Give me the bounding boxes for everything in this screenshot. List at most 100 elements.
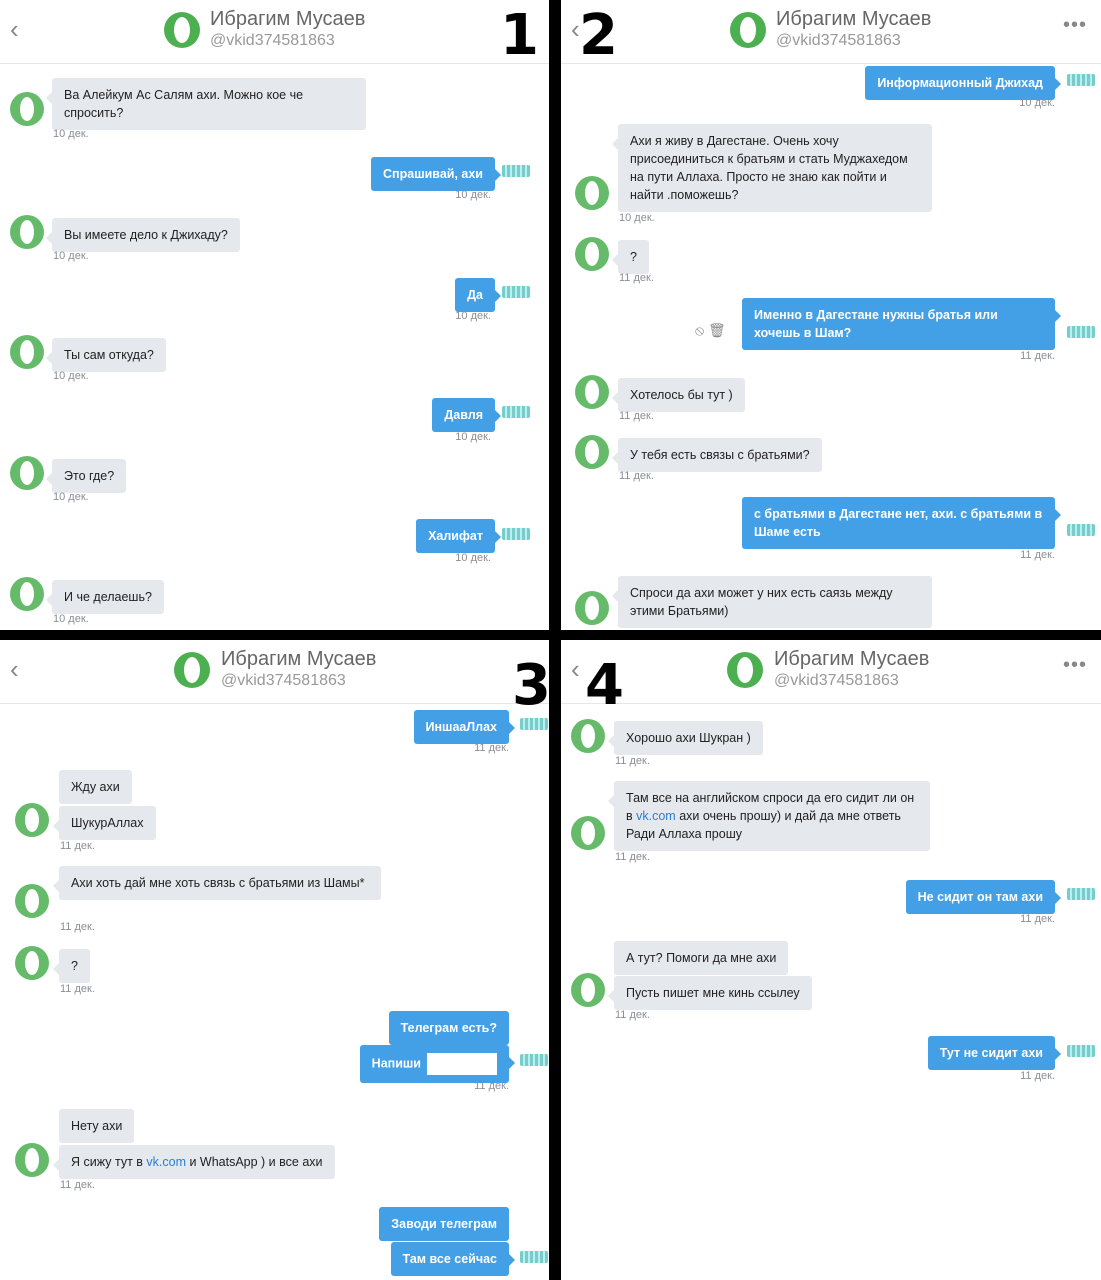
- incoming-message[interactable]: ШукурАллах: [53, 806, 156, 840]
- avatar: [571, 816, 605, 850]
- message-time: 10 дек.: [53, 491, 89, 503]
- chat-panel-2: ‹ Ибрагим Мусаев @vkid374581863 ••• 2 Ин…: [561, 0, 1101, 630]
- incoming-message[interactable]: Жду ахи: [59, 770, 132, 804]
- contact-name[interactable]: Ибрагим Мусаев: [210, 8, 365, 31]
- incoming-message[interactable]: ?: [612, 240, 649, 274]
- message-time: 10 дек.: [53, 250, 89, 262]
- sender-sticker-icon: [1067, 74, 1095, 86]
- avatar[interactable]: [730, 12, 766, 48]
- sender-sticker-icon: [520, 1054, 548, 1066]
- chat-panel-1: ‹ Ибрагим Мусаев @vkid374581863 1 Ва Але…: [0, 0, 549, 630]
- chat-header: ‹ Ибрагим Мусаев @vkid374581863 •••: [561, 640, 1101, 704]
- contact-handle: @vkid374581863: [210, 32, 335, 49]
- outgoing-message[interactable]: Да: [455, 278, 501, 312]
- incoming-message[interactable]: Нету ахи: [59, 1109, 135, 1143]
- panel-number: 2: [579, 3, 618, 68]
- avatar: [15, 1143, 49, 1177]
- message-time: 11 дек.: [619, 470, 654, 482]
- outgoing-message[interactable]: Спрашивай, ахи: [371, 157, 501, 191]
- incoming-message[interactable]: Спроси да ахи может у них есть саязь меж…: [612, 576, 932, 628]
- message-actions[interactable]: ⦸ 🗑: [695, 322, 726, 339]
- contact-name[interactable]: Ибрагим Мусаев: [221, 648, 376, 671]
- back-icon[interactable]: ‹: [10, 16, 19, 42]
- incoming-message[interactable]: Ахи хоть дай мне хоть связь с братьями и…: [53, 866, 381, 900]
- outgoing-message[interactable]: Информационный Джихад: [865, 66, 1061, 100]
- outgoing-message[interactable]: с братьями в Дагестане нет, ахи. с брать…: [742, 497, 1061, 549]
- incoming-message[interactable]: Я сижу тут в vk.com и WhatsApp ) и все а…: [53, 1145, 335, 1179]
- avatar: [10, 92, 44, 126]
- outgoing-message[interactable]: Тут не сидит ахи: [927, 1036, 1062, 1070]
- message-time: 10 дек.: [455, 552, 491, 564]
- avatar: [15, 803, 49, 837]
- incoming-message[interactable]: И че делаешь?: [46, 580, 164, 614]
- panel-number: 4: [585, 653, 624, 718]
- vk-link[interactable]: vk.com: [146, 1155, 186, 1169]
- outgoing-message[interactable]: Халифат: [416, 519, 501, 553]
- contact-name[interactable]: Ибрагим Мусаев: [774, 648, 929, 671]
- outgoing-message[interactable]: Заводи телеграм: [379, 1207, 509, 1241]
- outgoing-message[interactable]: Именно в Дагестане нужны братья или хоче…: [742, 298, 1061, 350]
- incoming-message[interactable]: Вы имеете дело к Джихаду?: [46, 218, 240, 252]
- incoming-message[interactable]: Ва Алейкум Ас Салям ахи. Можно кое че сп…: [46, 78, 366, 130]
- outgoing-message[interactable]: ИншааЛлах: [413, 710, 516, 744]
- outgoing-message[interactable]: Не сидит он там ахи: [905, 880, 1062, 914]
- message-time: 11 дек.: [1020, 913, 1055, 925]
- chat-panel-4: ‹ Ибрагим Мусаев @vkid374581863 ••• 4 Хо…: [561, 640, 1101, 1280]
- incoming-message[interactable]: Пусть пишет мне кинь ссылеу: [608, 976, 812, 1010]
- more-icon[interactable]: •••: [1063, 654, 1087, 677]
- message-time: 11 дек.: [60, 1179, 95, 1191]
- message-time: 11 дек.: [60, 840, 95, 852]
- avatar[interactable]: [727, 652, 763, 688]
- sender-sticker-icon: [1067, 524, 1095, 536]
- avatar[interactable]: [174, 652, 210, 688]
- back-icon[interactable]: ‹: [571, 656, 580, 682]
- contact-name[interactable]: Ибрагим Мусаев: [776, 8, 931, 31]
- avatar: [10, 456, 44, 490]
- incoming-message[interactable]: Ты сам откуда?: [46, 338, 166, 372]
- message-time: 11 дек.: [1020, 549, 1055, 561]
- avatar[interactable]: [164, 12, 200, 48]
- message-time: 10 дек.: [619, 212, 655, 224]
- avatar: [15, 946, 49, 980]
- contact-handle: @vkid374581863: [221, 672, 346, 689]
- back-icon[interactable]: ‹: [10, 656, 19, 682]
- message-time: 11 дек.: [474, 742, 509, 754]
- outgoing-message[interactable]: Телеграм есть?: [388, 1011, 509, 1045]
- avatar: [575, 435, 609, 469]
- avatar: [571, 719, 605, 753]
- avatar: [15, 884, 49, 918]
- sender-sticker-icon: [1067, 1045, 1095, 1057]
- message-text: Я сижу тут в: [71, 1155, 147, 1169]
- incoming-message[interactable]: Хорошо ахи Шукран ): [608, 721, 763, 755]
- sender-sticker-icon: [1067, 888, 1095, 900]
- message-time: 10 дек.: [455, 310, 491, 322]
- outgoing-message[interactable]: Давля: [432, 398, 501, 432]
- avatar: [10, 577, 44, 611]
- sender-sticker-icon: [520, 1251, 548, 1263]
- contact-handle: @vkid374581863: [774, 672, 899, 689]
- incoming-message[interactable]: У тебя есть связы с братьями?: [612, 438, 822, 472]
- avatar: [10, 215, 44, 249]
- incoming-message[interactable]: Ахи я живу в Дагестане. Очень хочу присо…: [612, 124, 932, 212]
- avatar: [571, 973, 605, 1007]
- vk-link[interactable]: vk.com: [636, 809, 676, 823]
- message-text: Напиши: [371, 1056, 421, 1071]
- message-time: 11 дек.: [619, 410, 654, 422]
- outgoing-message[interactable]: Там все сейчас: [390, 1242, 515, 1276]
- incoming-message[interactable]: Это где?: [45, 459, 127, 493]
- incoming-message[interactable]: Там все на английском спроси да его сиди…: [608, 781, 930, 851]
- chat-header: ‹ Ибрагим Мусаев @vkid374581863 •••: [561, 0, 1101, 64]
- outgoing-message[interactable]: Напиши: [359, 1045, 516, 1083]
- incoming-message[interactable]: ?: [53, 949, 90, 983]
- message-time: 11 дек.: [615, 1009, 650, 1021]
- sender-sticker-icon: [502, 528, 530, 540]
- message-time: 11 дек.: [60, 921, 95, 933]
- message-time: 10 дек.: [455, 431, 491, 443]
- message-time: 11 дек.: [1020, 350, 1055, 362]
- more-icon[interactable]: •••: [1063, 14, 1087, 37]
- incoming-message[interactable]: А тут? Помоги да мне ахи: [614, 941, 789, 975]
- incoming-message[interactable]: Хотелось бы тут ): [612, 378, 745, 412]
- chat-header: ‹ Ибрагим Мусаев @vkid374581863: [0, 0, 549, 64]
- redacted-block: [427, 1053, 497, 1075]
- message-time: 10 дек.: [53, 370, 89, 382]
